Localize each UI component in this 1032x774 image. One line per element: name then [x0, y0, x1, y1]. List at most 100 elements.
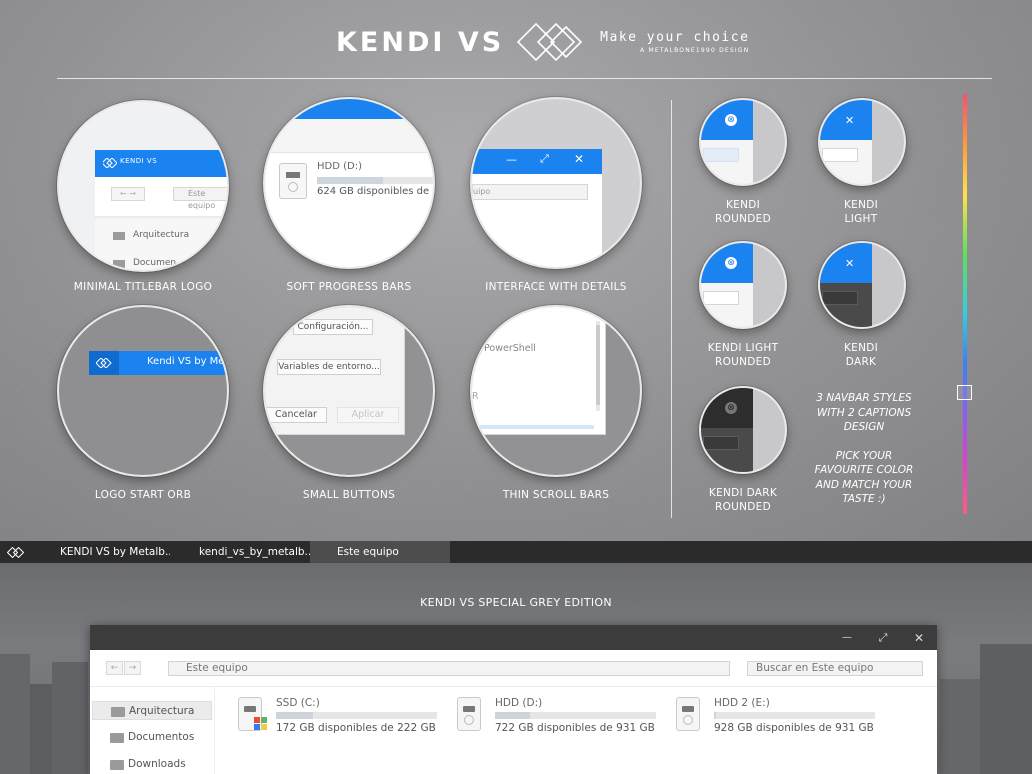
tagline-text: Make your choice: [600, 30, 750, 45]
back-arrow-icon: ←: [110, 663, 119, 673]
close-button[interactable]: ✕: [901, 625, 937, 650]
style-circle-kendi-light[interactable]: ✕: [818, 98, 906, 186]
soft-progress-bar: [317, 177, 433, 184]
titlebar-logo-icon: [103, 158, 117, 168]
mini-address: uipo: [472, 184, 588, 200]
kendi-diamond-logo-icon: [517, 22, 583, 62]
sidebar-item-arquitectura[interactable]: Arquitectura: [92, 701, 212, 720]
forward-button[interactable]: →: [124, 661, 141, 675]
taskbar: KENDI VS by Metalb... kendi_vs_by_metalb…: [0, 541, 1032, 563]
folder-icon: [110, 760, 124, 770]
back-button[interactable]: ←: [106, 661, 123, 675]
credit-text: A METALBONE1990 DESIGN: [640, 47, 750, 54]
window-titlebar[interactable]: — ⤢ ✕: [90, 625, 937, 650]
sidebar-item-documentos[interactable]: Documentos: [92, 728, 212, 747]
maximize-button[interactable]: ⤢: [865, 625, 901, 650]
feature-circle-interface-details: — ⤢ ✕ uipo: [470, 97, 642, 269]
system-drive-icon: [238, 697, 267, 731]
style-notes: 3 NAVBAR STYLES WITH 2 CAPTIONS DESIGN P…: [814, 392, 914, 505]
drive-name: HDD (D:): [495, 697, 543, 709]
folder-icon: [111, 707, 125, 717]
mini-titlebar: KENDI VS: [95, 150, 227, 177]
mini-address: Este equipo: [173, 187, 227, 210]
start-orb: [89, 351, 119, 375]
folder-icon: [113, 232, 125, 240]
horizontal-scrollbar[interactable]: [480, 425, 594, 429]
style-circle-kendi-dark-rounded[interactable]: ⊗: [699, 386, 787, 474]
feature-circle-start-orb: Kendi VS by Metal: [57, 305, 229, 477]
taskbar-item-este-equipo[interactable]: Este equipo: [310, 541, 450, 563]
color-picker-handle[interactable]: [957, 385, 972, 400]
sidebar-item-label: Arquitectura: [129, 705, 195, 717]
color-picker-gradient[interactable]: [963, 94, 967, 514]
minimize-icon: —: [842, 632, 852, 643]
list-letter: R: [472, 391, 479, 402]
feature-circle-titlebar-logo: KENDI VS ← → Este equipo Arquitectura Do…: [57, 100, 229, 272]
minimize-button[interactable]: —: [829, 625, 865, 650]
caption-titlebar-logo: MINIMAL TITLEBAR LOGO: [73, 281, 213, 293]
sidebar-item-downloads[interactable]: Downloads: [92, 755, 212, 774]
sidebar-item-label: Documentos: [128, 731, 195, 743]
drive-hdd-d[interactable]: HDD (D:) 722 GB disponibles de 931 GB: [457, 697, 667, 737]
drive-icon: [279, 163, 307, 199]
caption-start-orb: LOGO START ORB: [94, 489, 192, 501]
explorer-window: — ⤢ ✕ ← → Este equipo Buscar en Este equ…: [90, 625, 937, 774]
caption-kendi-rounded: KENDI ROUNDED: [714, 199, 771, 225]
caption-kendi-light: KENDI LIGHT: [843, 199, 879, 225]
style-circle-kendi-light-rounded[interactable]: ⊗: [699, 241, 787, 329]
taskbar-item-kendi-vs[interactable]: KENDI VS by Metalb...: [32, 541, 170, 563]
drive-name: SSD (C:): [276, 697, 320, 709]
nav-arrows: ← →: [111, 187, 145, 201]
configuracion-button[interactable]: Configuración...: [293, 319, 373, 335]
folder-icon: [110, 733, 124, 743]
maximize-icon: ⤢: [878, 630, 888, 644]
variables-entorno-button[interactable]: Variables de entorno...: [277, 359, 381, 375]
caption-kendi-dark: KENDI DARK: [843, 342, 879, 368]
close-icon: ✕: [574, 152, 585, 166]
drive-usage-bar: [276, 712, 437, 719]
taskbar-item-kendi-file[interactable]: kendi_vs_by_metalb...: [170, 541, 310, 563]
rounded-close-icon: ⊗: [725, 402, 737, 414]
forward-arrow-icon: →: [128, 663, 137, 673]
feature-circle-small-buttons: Configuración... Variables de entorno...…: [263, 305, 435, 477]
cancel-button[interactable]: Cancelar: [265, 407, 327, 423]
drive-name: HDD 2 (E:): [714, 697, 770, 709]
drive-usage-bar: [495, 712, 656, 719]
caption-scroll-bars: THIN SCROLL BARS: [502, 489, 610, 501]
apply-button[interactable]: Aplicar: [337, 407, 399, 423]
brand-header: KENDI VS Make your choice A METALBONE199…: [336, 22, 749, 62]
start-orb-logo-icon: [96, 358, 112, 368]
address-bar[interactable]: Este equipo: [168, 661, 730, 676]
drive-info: 722 GB disponibles de 931 GB: [495, 722, 655, 734]
powershell-label: PowerShell: [484, 343, 536, 354]
drive-name: HDD (D:): [317, 161, 362, 172]
close-icon: ✕: [845, 114, 855, 127]
start-logo-icon: [7, 546, 25, 558]
vertical-divider: [671, 100, 672, 518]
style-circle-kendi-dark[interactable]: ✕: [818, 241, 906, 329]
drive-ssd-c[interactable]: SSD (C:) 172 GB disponibles de 222 GB: [238, 697, 448, 737]
mini-titlebar-text: KENDI VS: [120, 157, 158, 165]
hard-drive-icon: [676, 697, 700, 731]
brand-tagline: Make your choice A METALBONE1990 DESIGN: [600, 30, 749, 54]
thin-scrollbar[interactable]: [596, 321, 600, 411]
style-circle-kendi-rounded[interactable]: ⊗: [699, 98, 787, 186]
caption-kendi-light-rounded: KENDI LIGHT ROUNDED: [707, 342, 779, 368]
windows-logo-icon: [254, 717, 268, 731]
search-input[interactable]: Buscar en Este equipo: [747, 661, 923, 676]
explorer-sidebar: Arquitectura Documentos Downloads: [90, 687, 215, 774]
caption-progress-bars: SOFT PROGRESS BARS: [286, 281, 412, 293]
sidebar-item-arquitectura: Arquitectura: [133, 230, 190, 240]
minimize-icon: —: [506, 153, 517, 166]
desktop-area: KENDI VS SPECIAL GREY EDITION — ⤢ ✕ ← → …: [0, 563, 1032, 774]
drive-hdd-e[interactable]: HDD 2 (E:) 928 GB disponibles de 931 GB: [676, 697, 886, 737]
sidebar-item-label: Downloads: [128, 758, 186, 770]
maximize-icon: ⤢: [540, 152, 549, 165]
brand-title: KENDI VS: [336, 26, 505, 58]
rounded-close-icon: ⊗: [725, 257, 737, 269]
mini-titlebar: — ⤢ ✕: [472, 149, 602, 174]
progress-fill: [317, 177, 383, 184]
hard-drive-icon: [457, 697, 481, 731]
header-divider: [57, 78, 992, 79]
start-button[interactable]: [0, 541, 32, 563]
